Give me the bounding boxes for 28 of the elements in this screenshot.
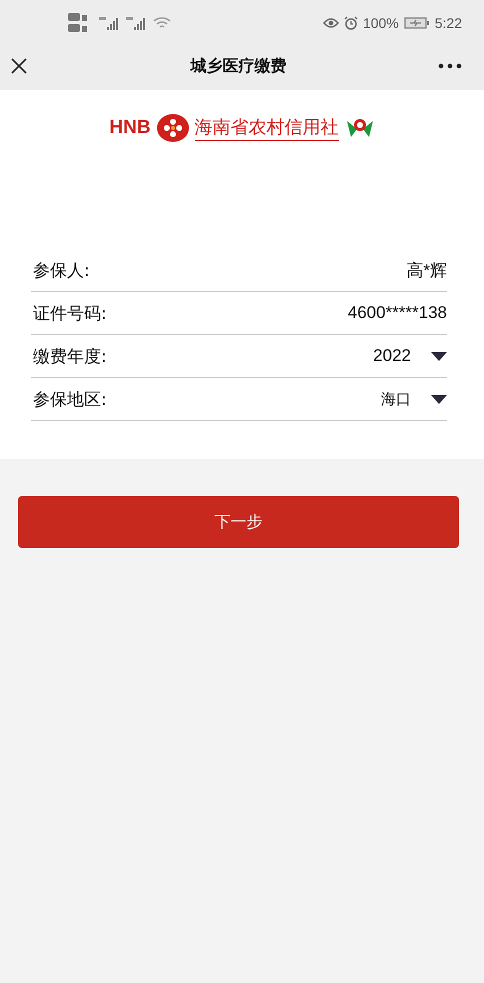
wifi-icon [153, 16, 171, 30]
select-field[interactable]: 海口 [381, 390, 447, 408]
coin-logo-icon [344, 117, 375, 139]
eye-icon [322, 17, 339, 29]
field-label: 参保人: [33, 260, 90, 282]
logo-abbreviation: HNB [109, 117, 151, 139]
field-label: 缴费年度: [33, 346, 107, 368]
field-label: 参保地区: [33, 388, 107, 410]
field-value: 高*辉 [406, 260, 447, 282]
select-value: 海口 [381, 390, 411, 408]
clock-time: 5:22 [434, 15, 462, 31]
dropdown-caret-icon [431, 352, 447, 360]
alarm-icon [344, 16, 358, 30]
flower-logo-icon [156, 114, 189, 142]
field-label: 证件号码: [33, 302, 107, 324]
field-value: 4600*****138 [348, 303, 447, 323]
battery-percent: 100% [362, 15, 399, 31]
more-icon[interactable] [438, 63, 462, 69]
dropdown-caret-icon [431, 394, 447, 404]
bank-name: 海南省农村信用社 [194, 115, 339, 141]
close-icon[interactable] [11, 58, 27, 74]
select-value: 2022 [373, 346, 411, 366]
page-title: 城乡医疗缴费 [190, 56, 286, 76]
signal-icon [99, 15, 121, 31]
select-field[interactable]: 2022 [373, 346, 447, 366]
next-button[interactable]: 下一步 [18, 496, 459, 548]
battery-icon [404, 17, 430, 29]
signal-icon [126, 15, 148, 31]
